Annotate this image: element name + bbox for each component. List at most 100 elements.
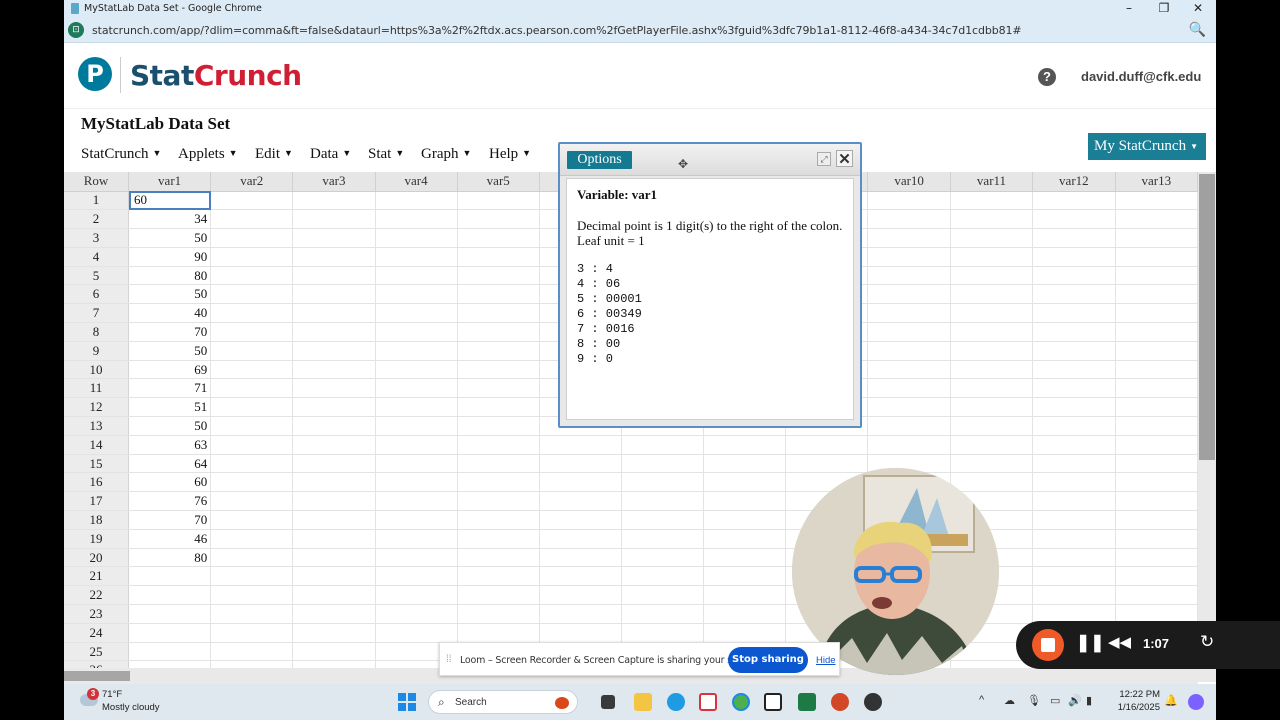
column-header[interactable]: var11 <box>950 172 1034 192</box>
data-cell[interactable] <box>703 604 787 624</box>
data-cell[interactable] <box>1115 341 1198 361</box>
battery-icon[interactable]: ▮ <box>1086 694 1092 707</box>
stop-recording-button[interactable] <box>1032 629 1064 661</box>
powerpoint-icon[interactable] <box>831 693 849 711</box>
column-header[interactable]: var12 <box>1032 172 1116 192</box>
data-cell[interactable] <box>375 341 458 361</box>
chevron-up-icon[interactable]: ^ <box>979 694 984 706</box>
data-cell[interactable] <box>950 284 1034 305</box>
maximize-button[interactable]: ❐ <box>1149 1 1179 15</box>
data-cell[interactable] <box>1115 397 1198 418</box>
data-cell[interactable]: 51 <box>128 397 212 418</box>
data-cell[interactable] <box>703 510 787 530</box>
options-button[interactable]: Options <box>567 151 632 169</box>
data-cell[interactable] <box>457 548 540 568</box>
data-cell[interactable]: 50 <box>128 228 212 248</box>
data-cell[interactable] <box>703 585 787 606</box>
data-cell[interactable] <box>950 209 1034 230</box>
task-view-icon[interactable] <box>601 695 615 709</box>
data-cell[interactable] <box>375 228 458 248</box>
data-cell[interactable] <box>375 585 458 606</box>
row-number[interactable]: 20 <box>64 548 130 568</box>
data-cell[interactable] <box>375 435 458 455</box>
data-cell[interactable] <box>210 435 294 455</box>
data-cell[interactable] <box>457 510 540 530</box>
data-cell[interactable] <box>950 303 1034 324</box>
data-cell[interactable] <box>950 378 1034 399</box>
data-cell[interactable] <box>457 209 540 230</box>
data-cell[interactable] <box>867 435 951 455</box>
data-cell[interactable] <box>703 529 787 549</box>
column-header[interactable]: var5 <box>457 172 540 192</box>
statcrunch-logo[interactable]: StatCrunch <box>130 59 302 92</box>
row-number[interactable]: 17 <box>64 491 130 512</box>
data-cell[interactable] <box>867 228 951 248</box>
data-cell[interactable] <box>210 341 294 361</box>
menu-graph[interactable]: Graph ▼ <box>421 146 471 163</box>
my-statcrunch-button[interactable]: My StatCrunch ▼ <box>1088 133 1206 160</box>
data-cell[interactable] <box>867 284 951 305</box>
data-cell[interactable] <box>210 604 294 624</box>
row-number[interactable]: 24 <box>64 623 130 643</box>
data-cell[interactable] <box>210 491 294 512</box>
data-cell[interactable] <box>539 623 622 643</box>
data-cell[interactable] <box>457 322 540 342</box>
column-header[interactable]: var4 <box>375 172 458 192</box>
row-number[interactable]: 5 <box>64 266 130 286</box>
data-cell[interactable] <box>1115 416 1198 436</box>
data-cell[interactable] <box>292 416 376 436</box>
data-cell[interactable]: 70 <box>128 510 212 530</box>
data-cell[interactable] <box>950 341 1034 361</box>
capcut-icon[interactable] <box>764 693 782 711</box>
data-cell[interactable] <box>703 623 787 643</box>
data-cell[interactable] <box>1115 209 1198 230</box>
data-cell[interactable] <box>1032 303 1116 324</box>
data-cell[interactable] <box>292 585 376 606</box>
data-cell[interactable] <box>375 548 458 568</box>
data-cell[interactable] <box>539 472 622 493</box>
clock-time[interactable]: 12:22 PM <box>1112 689 1160 700</box>
menu-help[interactable]: Help ▼ <box>489 146 531 163</box>
row-number[interactable]: 13 <box>64 416 130 436</box>
data-cell[interactable] <box>375 529 458 549</box>
data-cell[interactable] <box>950 266 1034 286</box>
data-cell[interactable] <box>210 322 294 342</box>
data-cell[interactable] <box>539 604 622 624</box>
data-cell[interactable] <box>539 510 622 530</box>
data-cell[interactable]: 50 <box>128 416 212 436</box>
hide-link[interactable]: Hide <box>816 655 836 666</box>
data-cell[interactable] <box>1115 566 1198 587</box>
row-number[interactable]: 18 <box>64 510 130 530</box>
data-cell[interactable] <box>621 623 705 643</box>
data-cell[interactable]: 63 <box>128 435 212 455</box>
data-cell[interactable] <box>539 435 622 455</box>
data-cell[interactable] <box>292 228 376 248</box>
data-cell[interactable] <box>292 529 376 549</box>
data-cell[interactable] <box>375 303 458 324</box>
data-cell[interactable] <box>210 284 294 305</box>
data-cell[interactable] <box>621 491 705 512</box>
data-cell[interactable] <box>457 266 540 286</box>
data-cell[interactable] <box>1115 491 1198 512</box>
data-cell[interactable] <box>950 416 1034 436</box>
data-cell[interactable] <box>621 435 705 455</box>
notification-bell-icon[interactable]: 🔔 <box>1164 694 1178 707</box>
data-cell[interactable] <box>1115 247 1198 267</box>
data-cell[interactable] <box>292 303 376 324</box>
data-cell[interactable] <box>457 247 540 267</box>
data-cell[interactable] <box>375 284 458 305</box>
data-cell[interactable] <box>1115 284 1198 305</box>
data-cell[interactable] <box>457 284 540 305</box>
edge-icon[interactable] <box>667 693 685 711</box>
data-cell[interactable] <box>375 510 458 530</box>
data-cell[interactable] <box>128 642 212 662</box>
data-cell[interactable] <box>1032 322 1116 342</box>
data-cell[interactable] <box>867 247 951 267</box>
data-cell[interactable] <box>950 191 1034 211</box>
data-cell[interactable] <box>292 604 376 624</box>
pearson-logo[interactable]: P <box>78 57 112 91</box>
data-cell[interactable] <box>950 228 1034 248</box>
data-cell[interactable] <box>210 378 294 399</box>
data-cell[interactable] <box>457 623 540 643</box>
volume-icon[interactable]: 🔊 <box>1068 694 1082 707</box>
